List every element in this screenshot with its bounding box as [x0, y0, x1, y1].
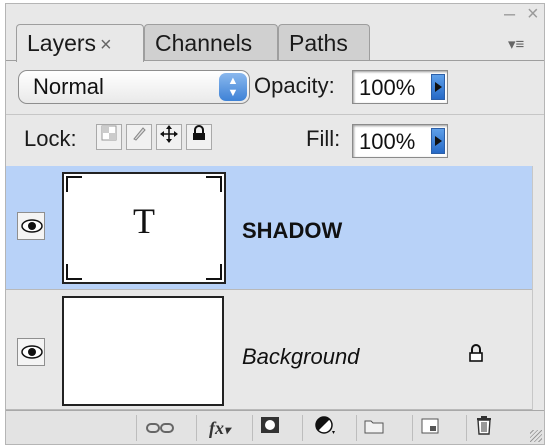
tab-layers[interactable]: Layers ×: [16, 24, 144, 62]
tab-label: Channels: [155, 30, 253, 56]
layer-row-shadow[interactable]: T SHADOW: [6, 166, 532, 290]
trash-icon[interactable]: [466, 415, 500, 441]
tab-close-icon[interactable]: ×: [100, 34, 112, 56]
blend-mode-select[interactable]: Normal ▲ ▼: [18, 70, 250, 104]
layers-scrollbar[interactable]: [532, 166, 544, 410]
layer-locked-icon: [468, 344, 484, 367]
opacity-slider-arrow-icon[interactable]: [431, 74, 445, 100]
layer-name[interactable]: SHADOW: [242, 218, 342, 244]
tab-paths[interactable]: Paths: [278, 24, 370, 60]
close-icon[interactable]: ×: [527, 4, 539, 24]
fill-label: Fill:: [306, 126, 341, 151]
link-layers-icon[interactable]: [136, 415, 182, 441]
selection-corner: [206, 176, 222, 192]
fx-label: fx: [208, 418, 224, 438]
new-group-folder-icon[interactable]: [356, 415, 390, 441]
panel-menu-icon[interactable]: ▾≡: [508, 37, 524, 53]
lock-label: Lock:: [24, 126, 77, 151]
layers-toolbar: fx▾: [6, 410, 544, 444]
lock-position-icon[interactable]: [156, 124, 182, 150]
selection-corner: [66, 176, 82, 192]
layer-name[interactable]: Background: [242, 344, 359, 370]
lock-image-pixels-icon[interactable]: [126, 124, 152, 150]
opacity-value: 100%: [359, 75, 416, 100]
blend-mode-value: Normal: [33, 74, 104, 99]
layer-style-fx-icon[interactable]: fx▾: [196, 415, 242, 441]
layers-panel: – × ▾≡ Layers × Channels Paths Normal ▲ ▼ …: [5, 3, 545, 445]
selection-corner: [66, 264, 82, 280]
fill-slider-arrow-icon[interactable]: [431, 128, 445, 154]
tab-channels[interactable]: Channels: [144, 24, 278, 60]
selection-corner: [206, 264, 222, 280]
layer-row-background[interactable]: Background: [6, 290, 532, 410]
fill-field[interactable]: 100%: [352, 124, 448, 158]
layer-thumbnail: T: [62, 172, 226, 284]
add-mask-icon[interactable]: [252, 415, 286, 441]
divider: [6, 114, 544, 115]
visibility-eye-icon[interactable]: [17, 212, 45, 240]
tab-label: Paths: [289, 30, 348, 56]
layer-thumbnail: [62, 296, 224, 406]
lock-transparent-pixels-icon[interactable]: [96, 124, 122, 150]
select-arrows-icon: ▲ ▼: [219, 73, 247, 101]
lock-all-icon[interactable]: [186, 124, 212, 150]
resize-grip-icon[interactable]: [530, 430, 542, 442]
opacity-label: Opacity:: [254, 73, 335, 98]
opacity-field[interactable]: 100%: [352, 70, 448, 104]
text-layer-icon: T: [133, 201, 155, 241]
visibility-eye-icon[interactable]: [17, 338, 45, 366]
fill-value: 100%: [359, 129, 416, 154]
new-layer-icon[interactable]: [412, 415, 446, 441]
layers-list: T SHADOW Background: [6, 166, 532, 410]
minimize-icon[interactable]: –: [504, 4, 515, 24]
tab-label: Layers: [27, 30, 97, 56]
adjustment-layer-icon[interactable]: [302, 415, 348, 441]
